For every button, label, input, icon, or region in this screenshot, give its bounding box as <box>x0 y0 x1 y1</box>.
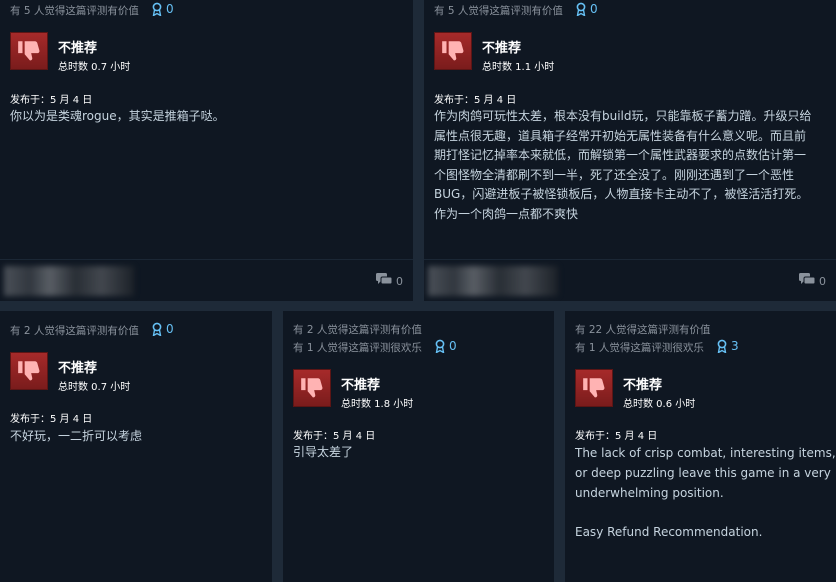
review-line: 属性点很无趣，道具箱子经常开初始无属性装备有什么意义呢。而且前 <box>434 128 807 143</box>
review-body: 不好玩，一二折可以考虑 <box>10 427 142 447</box>
review-body: 引导太差了 <box>293 443 353 463</box>
helpful-count: 有 5 人觉得这篇评测有价值 <box>10 5 139 17</box>
comment-icon <box>799 273 816 289</box>
playtime: 总时数 0.7 小时 <box>58 62 131 73</box>
verdict-label: 不推荐 <box>482 41 522 56</box>
award-count: 3 <box>731 339 739 353</box>
thumbs-down-icon[interactable] <box>575 369 613 407</box>
award-count: 0 <box>590 2 598 16</box>
review-line: BUG，闪避进板子被怪锁板后，人物直接卡主动不了，被怪活活打死。 <box>434 187 809 201</box>
avatar[interactable] <box>4 266 134 296</box>
review-footer: 0 <box>424 259 836 301</box>
verdict-label: 不推荐 <box>341 378 381 393</box>
helpful-count: 有 2 人觉得这篇评测有价值 <box>293 324 422 336</box>
review-line: 作为肉鸽可玩性太差，根本没有build玩，只能靠板子蓄力蹭。升级只给 <box>434 109 812 123</box>
playtime: 总时数 1.8 小时 <box>341 399 414 410</box>
thumbs-down-icon[interactable] <box>434 32 472 70</box>
helpful-count: 有 5 人觉得这篇评测有价值 <box>434 5 563 17</box>
avatar[interactable] <box>428 266 558 296</box>
verdict-label: 不推荐 <box>623 378 663 393</box>
review-line: The lack of crisp combat, interesting it… <box>575 446 836 460</box>
posted-date: 发布于：5 月 4 日 <box>293 431 376 442</box>
verdict-label: 不推荐 <box>58 41 98 56</box>
comment-count: 0 <box>396 274 403 288</box>
review-line: 个图怪物全清都刷不到一半，死了还全没了。刚刚还遇到了一个恶性 <box>434 167 795 182</box>
comment-count: 0 <box>819 274 826 288</box>
comment-button[interactable]: 0 <box>799 273 826 289</box>
award-button[interactable]: 0 <box>576 2 598 16</box>
award-count: 0 <box>166 2 174 16</box>
review-body: 作为肉鸽可玩性太差，根本没有build玩，只能靠板子蓄力蹭。升级只给 属性点很无… <box>434 107 812 224</box>
helpful-count: 有 2 人觉得这篇评测有价值 <box>10 325 139 337</box>
review-line: 期打怪记忆掉率本来就低，而解锁第一个属性武器要求的点数估计第一 <box>434 148 807 162</box>
review-line: or deep puzzling leave this game in a ve… <box>575 466 831 480</box>
award-count: 0 <box>449 339 457 353</box>
review-card: 有 2 人觉得这篇评测有价值 0 不推荐 总时数 0.7 小时 发布于：5 月 … <box>0 311 272 582</box>
review-card: 有 22 人觉得这篇评测有价值 有 1 人觉得这篇评测很欢乐 3 不推荐 总时数… <box>565 311 836 582</box>
review-line: Easy Refund Recommendation. <box>575 525 763 539</box>
thumbs-down-icon[interactable] <box>10 32 48 70</box>
review-blank-line <box>575 503 836 522</box>
award-button[interactable]: 3 <box>717 339 739 353</box>
helpful-count: 有 22 人觉得这篇评测有价值 <box>575 324 711 336</box>
award-icon <box>576 2 586 16</box>
thumbs-down-icon[interactable] <box>10 352 48 390</box>
review-card: 有 5 人觉得这篇评测有价值 0 不推荐 总时数 0.7 小时 发布于：5 月 … <box>0 0 413 301</box>
award-button[interactable]: 0 <box>152 322 174 336</box>
comment-button[interactable]: 0 <box>376 273 403 289</box>
award-icon <box>435 339 445 353</box>
funny-count: 有 1 人觉得这篇评测很欢乐 <box>293 342 422 354</box>
playtime: 总时数 1.1 小时 <box>482 62 555 73</box>
playtime: 总时数 0.7 小时 <box>58 382 131 393</box>
award-count: 0 <box>166 322 174 336</box>
review-card: 有 2 人觉得这篇评测有价值 有 1 人觉得这篇评测很欢乐 0 不推荐 总时数 … <box>283 311 554 582</box>
award-icon <box>152 322 162 336</box>
review-footer: 0 <box>0 259 413 301</box>
review-line: 作为一个肉鸽一点都不爽快 <box>434 206 579 221</box>
posted-date: 发布于：5 月 4 日 <box>575 431 658 442</box>
posted-date: 发布于：5 月 4 日 <box>434 95 517 106</box>
review-body: 你以为是类魂rogue，其实是推箱子哒。 <box>10 107 225 127</box>
award-icon <box>152 2 162 16</box>
review-line: 引导太差了 <box>293 445 354 459</box>
review-card: 有 5 人觉得这篇评测有价值 0 不推荐 总时数 1.1 小时 发布于：5 月 … <box>424 0 836 301</box>
comment-icon <box>376 273 393 289</box>
posted-date: 发布于：5 月 4 日 <box>10 414 93 425</box>
award-button[interactable]: 0 <box>152 2 174 16</box>
review-line: 你以为是类魂rogue，其实是推箱子哒。 <box>10 109 225 123</box>
review-body: The lack of crisp combat, interesting it… <box>575 443 836 542</box>
review-line: underwhelming position. <box>575 486 724 500</box>
funny-count: 有 1 人觉得这篇评测很欢乐 <box>575 342 704 354</box>
playtime: 总时数 0.6 小时 <box>623 399 696 410</box>
verdict-label: 不推荐 <box>58 361 98 376</box>
posted-date: 发布于：5 月 4 日 <box>10 95 93 106</box>
award-icon <box>717 339 727 353</box>
thumbs-down-icon[interactable] <box>293 369 331 407</box>
review-line: 不好玩，一二折可以考虑 <box>10 429 143 443</box>
award-button[interactable]: 0 <box>435 339 457 353</box>
